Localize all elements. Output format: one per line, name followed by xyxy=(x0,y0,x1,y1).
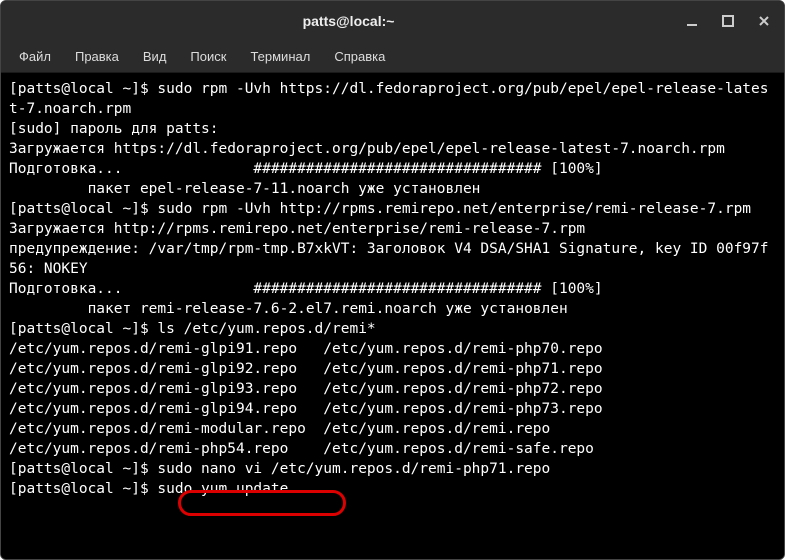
menu-edit[interactable]: Правка xyxy=(65,45,129,68)
terminal-line: /etc/yum.repos.d/remi-php54.repo /etc/yu… xyxy=(9,441,594,457)
menu-view[interactable]: Вид xyxy=(133,45,177,68)
terminal-window: patts@local:~ Файл Правка Вид Поиск Терм… xyxy=(0,0,785,560)
terminal-line: [patts@local ~]$ sudo nano vi /etc/yum.r… xyxy=(9,461,550,477)
terminal-output[interactable]: [patts@local ~]$ sudo rpm -Uvh https://d… xyxy=(1,73,784,559)
terminal-line: /etc/yum.repos.d/remi-modular.repo /etc/… xyxy=(9,421,550,437)
terminal-line: Подготовка... ##########################… xyxy=(9,161,603,177)
menu-search[interactable]: Поиск xyxy=(180,45,236,68)
close-button[interactable] xyxy=(756,13,772,29)
terminal-line: [patts@local ~]$ sudo yum update xyxy=(9,481,288,497)
terminal-line: пакет epel-release-7-11.noarch уже устан… xyxy=(9,181,480,197)
terminal-line: /etc/yum.repos.d/remi-glpi93.repo /etc/y… xyxy=(9,381,603,397)
terminal-line: Подготовка... ##########################… xyxy=(9,281,603,297)
terminal-line: Загружается https://dl.fedoraproject.org… xyxy=(9,141,725,157)
maximize-button[interactable] xyxy=(720,13,736,29)
terminal-line: /etc/yum.repos.d/remi-glpi92.repo /etc/y… xyxy=(9,361,603,377)
menu-help[interactable]: Справка xyxy=(324,45,395,68)
terminal-line: /etc/yum.repos.d/remi-glpi91.repo /etc/y… xyxy=(9,341,603,357)
terminal-line: [patts@local ~]$ ls /etc/yum.repos.d/rem… xyxy=(9,321,376,337)
terminal-line: [patts@local ~]$ sudo rpm -Uvh https://d… xyxy=(9,81,769,117)
minimize-button[interactable] xyxy=(684,13,700,29)
terminal-line: [sudo] пароль для patts: xyxy=(9,121,219,137)
terminal-line: Загружается http://rpms.remirepo.net/ent… xyxy=(9,221,585,237)
terminal-line: предупреждение: /var/tmp/rpm-tmp.B7xkVT:… xyxy=(9,241,769,277)
terminal-line: пакет remi-release-7.6-2.el7.remi.noarch… xyxy=(9,301,568,317)
window-title: patts@local:~ xyxy=(13,13,684,29)
menu-file[interactable]: Файл xyxy=(9,45,61,68)
terminal-line: [patts@local ~]$ sudo rpm -Uvh http://rp… xyxy=(9,201,751,217)
titlebar: patts@local:~ xyxy=(1,1,784,41)
window-controls xyxy=(684,13,772,29)
terminal-line: /etc/yum.repos.d/remi-glpi94.repo /etc/y… xyxy=(9,401,603,417)
menu-terminal[interactable]: Терминал xyxy=(240,45,320,68)
menubar: Файл Правка Вид Поиск Терминал Справка xyxy=(1,41,784,73)
